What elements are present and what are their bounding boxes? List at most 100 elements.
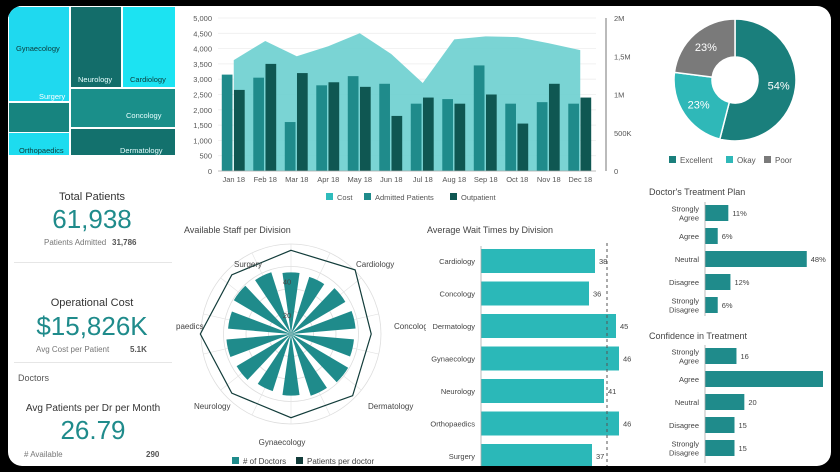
kpi-title: Avg Patients per Dr per Month bbox=[25, 403, 161, 414]
legend-swatch bbox=[232, 457, 239, 464]
bar bbox=[705, 394, 745, 410]
value-label: 6% bbox=[722, 232, 733, 241]
radar-category-label: Surgery bbox=[234, 260, 262, 269]
category-label: Dermatology bbox=[432, 322, 475, 331]
y-right-tick-label: 0 bbox=[614, 167, 618, 176]
category-label: Neutral bbox=[675, 398, 700, 407]
kpi-sub-label: Patients Admitted bbox=[44, 238, 107, 247]
value-label: 48% bbox=[811, 255, 826, 264]
category-label: Agree bbox=[679, 357, 699, 366]
legend-swatch bbox=[364, 193, 371, 200]
monthly-chart: 0 500 1,000 1,500 2,000 2,500 3,000 3,500 4,000 4… bbox=[193, 14, 631, 202]
outpatient-bar bbox=[359, 86, 371, 171]
divider bbox=[14, 362, 172, 363]
treemap-tile-label: Gynaecology bbox=[16, 44, 60, 53]
admitted-bar bbox=[347, 76, 359, 171]
x-tick-label: Sep 18 bbox=[474, 175, 498, 184]
kpi-sub-value: 5.1K bbox=[130, 345, 147, 354]
treemap-tile-label: Dermatology bbox=[120, 146, 163, 155]
radar-category-label: Gynaecology bbox=[259, 438, 306, 447]
category-label: Disagree bbox=[669, 306, 699, 315]
division-treemap: Gynaecology Neurology Cardiology Surgery Con… bbox=[8, 6, 176, 156]
legend-label: Poor bbox=[775, 156, 792, 165]
pie-value-label: 54% bbox=[768, 81, 790, 93]
y-tick-label: 0 bbox=[208, 167, 212, 176]
kpi-value: 61,938 bbox=[52, 204, 132, 234]
value-label: 37 bbox=[596, 452, 604, 461]
y-tick-label: 3,000 bbox=[193, 75, 212, 84]
x-tick-label: Feb 18 bbox=[254, 175, 277, 184]
kpi-title: Operational Cost bbox=[50, 297, 134, 309]
x-tick-label: Jun 18 bbox=[380, 175, 403, 184]
category-label: Gynaecology bbox=[431, 355, 475, 364]
treemap-tile[interactable] bbox=[8, 6, 70, 102]
kpi-value: 26.79 bbox=[60, 415, 126, 445]
value-label: 41 bbox=[608, 387, 616, 396]
admitted-bar bbox=[221, 74, 233, 171]
admitted-bar bbox=[473, 65, 485, 171]
kpi-title: Total Patients bbox=[58, 191, 126, 203]
admitted-bar bbox=[410, 103, 422, 171]
bar bbox=[481, 346, 619, 371]
category-label: Disagree bbox=[669, 449, 699, 458]
category-label: Strongly bbox=[671, 440, 699, 449]
category-label: Agree bbox=[679, 232, 699, 241]
bar bbox=[481, 411, 619, 436]
x-tick-label: Nov 18 bbox=[537, 175, 561, 184]
x-tick-label: Apr 18 bbox=[317, 175, 339, 184]
outpatient-bar bbox=[296, 73, 308, 171]
legend-swatch bbox=[450, 193, 457, 200]
chart-title: Doctor's Treatment Plan bbox=[649, 187, 745, 197]
category-label: Agree bbox=[679, 375, 699, 384]
legend-label: Excellent bbox=[680, 156, 713, 165]
dashboard-frame: Gynaecology Neurology Cardiology Surgery Con… bbox=[8, 6, 831, 466]
staff-radar-chart: Available Staff per Division 40 20 Cardiolo… bbox=[176, 225, 426, 466]
category-label: Disagree bbox=[669, 421, 699, 430]
y-tick-label: 1,000 bbox=[193, 136, 212, 145]
category-label: Cardiology bbox=[439, 257, 475, 266]
y-tick-label: 500 bbox=[199, 152, 212, 161]
admitted-bar bbox=[253, 77, 264, 171]
y-right-tick-label: 1M bbox=[614, 91, 624, 100]
outpatient-bar bbox=[391, 115, 403, 171]
category-label: Agree bbox=[679, 214, 699, 223]
bar bbox=[481, 379, 604, 403]
value-label: 15 bbox=[739, 444, 747, 453]
value-label: 36 bbox=[593, 290, 601, 299]
treemap-tile[interactable] bbox=[70, 88, 176, 128]
y-tick-label: 3,500 bbox=[193, 60, 212, 69]
treemap-tile-label: Cardiology bbox=[130, 75, 166, 84]
value-label: 45 bbox=[620, 322, 628, 331]
outpatient-bar bbox=[422, 97, 434, 171]
treemap-tile-label: Concology bbox=[126, 111, 162, 120]
radar-category-label: Dermatology bbox=[368, 402, 413, 411]
value-label: 16 bbox=[740, 352, 748, 361]
category-label: Disagree bbox=[669, 278, 699, 287]
x-tick-label: Jul 18 bbox=[413, 175, 433, 184]
radar-scale-tick: 20 bbox=[283, 311, 291, 320]
kpi-sub-value: 290 bbox=[146, 450, 160, 459]
legend-label: Cost bbox=[337, 193, 353, 202]
legend-label: Patients per doctor bbox=[307, 457, 374, 466]
value-label: 20 bbox=[748, 398, 756, 407]
category-label: Neurology bbox=[441, 387, 475, 396]
x-tick-label: Mar 18 bbox=[285, 175, 308, 184]
bar bbox=[481, 249, 595, 273]
y-tick-label: 4,000 bbox=[193, 45, 212, 54]
admitted-bar bbox=[536, 102, 548, 171]
section-title: Doctors bbox=[18, 373, 50, 383]
outpatient-bar bbox=[580, 97, 592, 171]
bar bbox=[705, 274, 731, 290]
x-tick-label: Aug 18 bbox=[442, 175, 466, 184]
bar bbox=[705, 440, 735, 456]
legend-swatch bbox=[296, 457, 303, 464]
value-label: 6% bbox=[722, 301, 733, 310]
legend-swatch bbox=[764, 156, 771, 163]
radar-scale-tick: 40 bbox=[283, 278, 291, 287]
y-right-tick-label: 1,5M bbox=[614, 52, 631, 61]
outpatient-bar bbox=[485, 94, 497, 171]
divider bbox=[14, 262, 172, 263]
bar bbox=[705, 228, 718, 244]
category-label: Strongly bbox=[671, 205, 699, 214]
value-label: 15 bbox=[739, 421, 747, 430]
